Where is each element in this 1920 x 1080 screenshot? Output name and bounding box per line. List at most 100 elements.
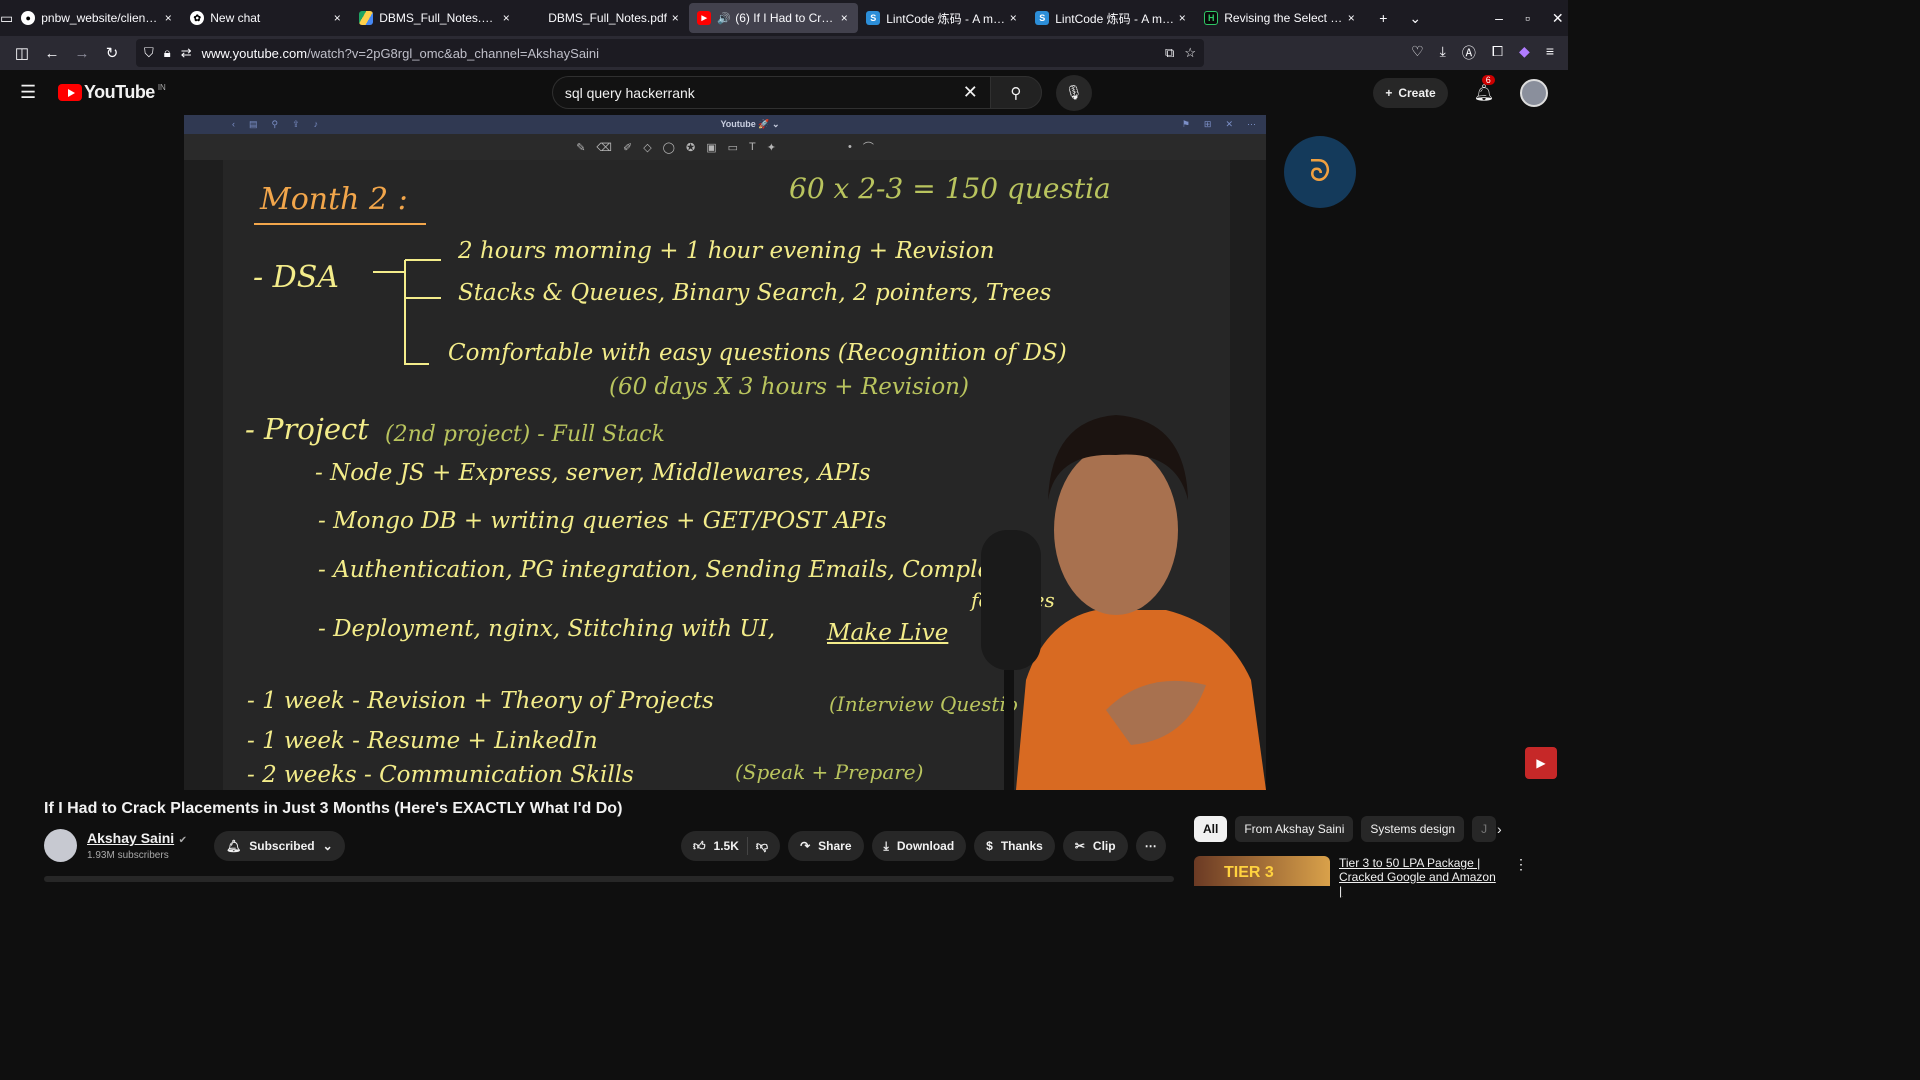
google-drive-icon — [359, 11, 374, 25]
header-actions: + Create 🔔︎ 6 — [1373, 74, 1548, 108]
subscriber-count: 1.93M subscribers — [87, 850, 169, 861]
back-icon: ‹ — [232, 119, 235, 129]
verified-icon: ✔ — [178, 835, 187, 846]
notifications-button[interactable]: 🔔︎ 6 — [1474, 74, 1495, 103]
url-text[interactable]: www.youtube.com/watch?v=2pG8rgl_omc&ab_c… — [202, 46, 1155, 61]
chip-all[interactable]: All — [1194, 816, 1228, 842]
tab-dbms-drive[interactable]: DBMS_Full_Notes.pdf - × — [351, 3, 520, 33]
bookmark-star-icon[interactable]: ☆ — [1184, 45, 1196, 61]
like-count[interactable]: 1.5K — [714, 839, 739, 853]
picture-in-picture-icon[interactable]: ⧉ — [1165, 45, 1174, 61]
search-button[interactable]: ⚲ — [989, 76, 1042, 109]
share-button[interactable]: ↷ Share — [788, 831, 864, 861]
like-icon[interactable]: 👍︎ — [693, 839, 706, 854]
tab-title: Revising the Select Que — [1224, 11, 1344, 25]
lintcode-icon: S — [1035, 11, 1050, 25]
account-icon[interactable]: Ⓐ — [1462, 43, 1476, 63]
chip-systems-design[interactable]: Systems design — [1361, 816, 1465, 842]
permissions-icon[interactable]: ⇄ — [181, 45, 192, 61]
video-actions: 👍︎ 1.5K 👎︎ ↷ Share ⤓ Download $ Thanks ✂… — [681, 831, 1166, 861]
chevron-right-icon[interactable]: › — [1497, 821, 1502, 837]
url-bar[interactable]: ⛉ 🔒︎ ⇄ www.youtube.com/watch?v=2pG8rgl_o… — [136, 39, 1204, 67]
share-label: Share — [818, 839, 852, 853]
notes-pen-toolbar: ✎ ⌫ ✐ ◇ ◯ ✪ ▣ ▭ T ✦ • ⌒ — [184, 134, 1266, 160]
recommended-title[interactable]: Tier 3 to 50 LPA Package | Cracked Googl… — [1339, 856, 1499, 898]
highlighter-icon: ✐ — [622, 141, 633, 154]
tab-lintcode-2[interactable]: S LintCode 炼码 - A more × — [1027, 3, 1196, 33]
thanks-button[interactable]: $ Thanks — [974, 831, 1055, 861]
note-project-4: - Deployment, nginx, Stitching with UI, — [318, 616, 776, 642]
kebab-menu-icon[interactable]: ⋮ — [1514, 856, 1528, 898]
recommended-video[interactable]: TIER 3 Tier 3 to 50 LPA Package | Cracke… — [1194, 856, 1528, 898]
recommended-thumbnail[interactable]: TIER 3 — [1194, 856, 1330, 886]
close-tab-icon[interactable]: × — [836, 11, 852, 25]
share-icon: ⇪ — [292, 119, 300, 129]
subscribe-watermark-icon[interactable]: ▶ — [1525, 747, 1557, 779]
downloads-icon[interactable]: ⤓ — [1440, 43, 1446, 63]
more-icon: ⋯ — [1247, 119, 1256, 129]
tab-new-chat[interactable]: ✿ New chat × — [182, 3, 351, 33]
close-icon: ✕ — [1225, 119, 1233, 129]
shield-icon[interactable]: ⛉ — [144, 45, 154, 61]
more-actions-button[interactable]: ⋯ — [1135, 831, 1166, 861]
clip-button[interactable]: ✂ Clip — [1062, 831, 1128, 861]
search-input[interactable]: sql query hackerrank ✕ — [551, 76, 990, 109]
channel-row: Akshay Saini ✔ 1.93M subscribers 🔔︎ Subs… — [44, 829, 345, 862]
text-icon: T — [749, 141, 756, 153]
reload-icon[interactable]: ↻ — [98, 44, 126, 62]
maximize-icon[interactable]: ▫ — [1525, 10, 1530, 26]
extension-color-icon[interactable]: ◆ — [1519, 43, 1530, 63]
speaker-icon[interactable]: 🔊 — [717, 11, 731, 25]
close-tab-icon[interactable]: × — [1005, 11, 1021, 25]
download-button[interactable]: ⤓ Download — [871, 831, 967, 861]
tab-github[interactable]: ● pnbw_website/client/src × — [13, 3, 182, 33]
new-tab-icon[interactable]: + — [1379, 10, 1387, 26]
note-week-1: - 1 week - Revision + Theory of Projects — [247, 688, 714, 714]
download-label: Download — [896, 839, 955, 853]
hamburger-menu-icon[interactable]: ☰ — [20, 82, 50, 103]
dislike-icon[interactable]: 👎︎ — [756, 839, 768, 854]
window-close-icon[interactable]: ✕ — [1552, 10, 1564, 27]
close-tab-icon[interactable]: × — [667, 11, 683, 25]
note-dsa-2: Stacks & Queues, Binary Search, 2 pointe… — [458, 280, 1052, 306]
minimize-icon[interactable]: – — [1495, 10, 1503, 26]
tab-overview-icon[interactable]: ▭ — [0, 10, 13, 27]
close-tab-icon[interactable]: × — [329, 11, 345, 25]
pocket-icon[interactable]: ♡ — [1411, 43, 1424, 63]
search-bar: sql query hackerrank ✕ ⚲ 🎙︎ — [551, 74, 1092, 111]
subscribed-button[interactable]: 🔔︎ Subscribed ⌄ — [214, 830, 345, 861]
toolbar-right: ♡ ⤓ Ⓐ ⧠ ◆ ≡ — [1411, 43, 1560, 63]
create-button[interactable]: + Create — [1373, 77, 1448, 108]
close-tab-icon[interactable]: × — [498, 11, 514, 25]
tab-list-icon[interactable]: ⌄ — [1409, 10, 1421, 27]
thanks-icon: $ — [986, 839, 993, 853]
close-tab-icon[interactable]: × — [1343, 11, 1359, 25]
tab-dbms-pdf[interactable]: DBMS_Full_Notes.pdf × — [520, 3, 689, 33]
tab-hackerrank[interactable]: H Revising the Select Que × — [1196, 3, 1365, 33]
search-query[interactable]: sql query hackerrank — [565, 85, 963, 101]
extensions-icon[interactable]: ⧠ — [1492, 43, 1503, 63]
avatar[interactable] — [1520, 78, 1548, 107]
note-week-2: - 1 week - Resume + LinkedIn — [247, 728, 598, 754]
voice-search-button[interactable]: 🎙︎ — [1055, 74, 1092, 111]
video-player[interactable]: ‹ ▤ ⚲ ⇪ ♪ Youtube 🚀 ⌄ ⚑ ⊞ ✕ ⋯ ✎ ⌫ ✐ ◇ ◯ … — [184, 115, 1266, 790]
clip-label: Clip — [1092, 839, 1116, 853]
channel-avatar[interactable] — [44, 829, 77, 862]
menu-icon[interactable]: ≡ — [1546, 43, 1554, 63]
close-tab-icon[interactable]: × — [160, 11, 176, 25]
tab-youtube-active[interactable]: ▶ 🔊 (6) If I Had to Crack × — [689, 3, 859, 33]
clear-search-icon[interactable]: ✕ — [963, 82, 978, 103]
note-make-live: Make Live — [827, 620, 949, 646]
chip-from-channel[interactable]: From Akshay Saini — [1235, 816, 1354, 842]
channel-name[interactable]: Akshay Saini — [87, 830, 174, 846]
close-tab-icon[interactable]: × — [1174, 11, 1190, 25]
forward-icon[interactable]: → — [68, 45, 96, 62]
note-project-1: - Node JS + Express, server, Middlewares… — [315, 460, 871, 486]
sidebar-toggle-icon[interactable]: ◫ — [8, 44, 36, 62]
youtube-logo[interactable]: YouTube IN — [58, 82, 166, 103]
tab-lintcode-1[interactable]: S LintCode 炼码 - A more × — [858, 3, 1027, 33]
related-filter-chips: All From Akshay Saini Systems design J — [1194, 816, 1497, 842]
back-icon[interactable]: ← — [38, 45, 66, 62]
lock-icon[interactable]: 🔒︎ — [164, 45, 171, 61]
chip-partial[interactable]: J — [1472, 816, 1497, 842]
